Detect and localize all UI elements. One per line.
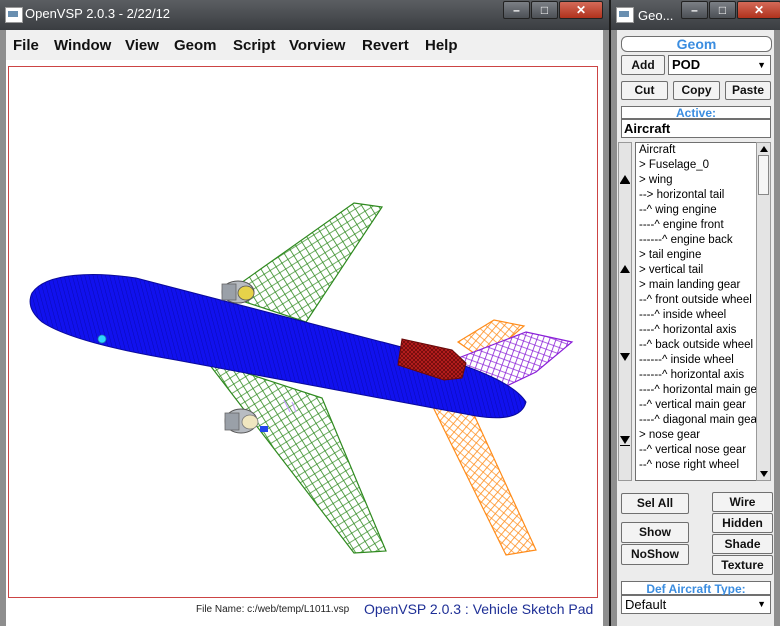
list-item[interactable]: > nose gear — [636, 428, 756, 443]
list-item[interactable]: --^ nose right wheel — [636, 458, 756, 473]
hidden-button[interactable]: Hidden — [712, 513, 773, 533]
aircraft-model[interactable] — [6, 60, 603, 605]
add-button[interactable]: Add — [621, 55, 665, 75]
file-name-readout: File Name: c:/web/temp/L1011.vsp — [196, 604, 349, 615]
geom-header: Geom — [621, 36, 772, 52]
copy-button[interactable]: Copy — [673, 81, 720, 100]
list-item[interactable]: ----^ inside wheel — [636, 308, 756, 323]
file-path: c:/web/temp/L1011.vsp — [247, 604, 350, 615]
geom-window: Geo... – □ ✕ Geom Add POD ▼ Cut Copy Pas… — [611, 0, 780, 626]
geom-type-select[interactable]: POD ▼ — [668, 55, 771, 75]
close-button[interactable]: ✕ — [559, 1, 603, 19]
def-aircraft-type-value: Default — [625, 597, 667, 612]
list-item[interactable]: --^ wing engine — [636, 203, 756, 218]
geom-app-icon — [616, 7, 634, 23]
wire-button[interactable]: Wire — [712, 492, 773, 512]
geom-list[interactable]: Aircraft > Fuselage_0 > wing --> horizon… — [635, 142, 757, 481]
menu-revert[interactable]: Revert — [362, 37, 409, 54]
menu-window[interactable]: Window — [54, 37, 111, 54]
list-item[interactable]: > Fuselage_0 — [636, 158, 756, 173]
active-label: Active: — [621, 106, 771, 120]
def-aircraft-type-label: Def Aircraft Type: — [621, 581, 771, 596]
list-item[interactable]: > wing — [636, 173, 756, 188]
list-item[interactable]: --^ vertical main gear — [636, 398, 756, 413]
geom-maximize-button[interactable]: □ — [709, 1, 736, 19]
menu-view[interactable]: View — [125, 37, 159, 54]
cut-button[interactable]: Cut — [621, 81, 668, 100]
list-item[interactable]: ----^ horizontal main gear — [636, 383, 756, 398]
geom-window-title: Geo... — [638, 8, 674, 23]
list-item[interactable]: ------^ engine back — [636, 233, 756, 248]
maximize-button[interactable]: □ — [531, 1, 558, 19]
scroll-top-bar-icon — [620, 183, 630, 184]
geom-title-bar: Geo... – □ ✕ — [611, 0, 780, 30]
paste-button[interactable]: Paste — [725, 81, 771, 100]
main-window: OpenVSP 2.0.3 - 2/22/12 – □ ✕ File Windo… — [0, 0, 609, 626]
chevron-down-icon: ▼ — [757, 599, 766, 609]
scroll-bottom-bar-icon — [620, 445, 630, 446]
chevron-down-icon: ▼ — [757, 60, 766, 70]
nose-gear — [97, 334, 107, 344]
list-item[interactable]: ----^ diagonal main gear — [636, 413, 756, 428]
status-bar: File Name: c:/web/temp/L1011.vsp OpenVSP… — [6, 600, 603, 626]
menu-geom[interactable]: Geom — [174, 37, 217, 54]
geom-type-value: POD — [672, 57, 701, 72]
list-item[interactable]: ----^ horizontal axis — [636, 323, 756, 338]
scroll-down-arrow-icon[interactable] — [759, 471, 768, 477]
list-item[interactable]: --^ back outside wheel — [636, 338, 756, 353]
list-item[interactable]: > main landing gear — [636, 278, 756, 293]
shade-button[interactable]: Shade — [712, 534, 773, 554]
file-name-label: File Name: — [196, 604, 245, 615]
menu-vorview[interactable]: Vorview — [289, 37, 345, 54]
right-scrollbar[interactable] — [756, 142, 771, 481]
menu-script[interactable]: Script — [233, 37, 276, 54]
scroll-up-arrow-icon[interactable] — [759, 146, 768, 152]
app-icon — [5, 7, 23, 23]
noshow-button[interactable]: NoShow — [621, 544, 689, 565]
active-geom-field[interactable]: Aircraft — [621, 119, 771, 138]
list-item[interactable]: ------^ horizontal axis — [636, 368, 756, 383]
list-item[interactable]: ------^ inside wheel — [636, 353, 756, 368]
upper-wing — [222, 202, 384, 323]
list-item[interactable]: --^ vertical nose gear — [636, 443, 756, 458]
scroll-bottom-icon[interactable] — [620, 436, 630, 444]
minimize-button[interactable]: – — [503, 1, 530, 19]
scroll-top-icon[interactable] — [620, 175, 630, 183]
geom-close-button[interactable]: ✕ — [737, 1, 780, 19]
list-item[interactable]: --> horizontal tail — [636, 188, 756, 203]
window-title: OpenVSP 2.0.3 - 2/22/12 — [25, 6, 171, 21]
texture-button[interactable]: Texture — [712, 555, 773, 575]
geom-minimize-button[interactable]: – — [681, 1, 708, 19]
list-item[interactable]: > vertical tail — [636, 263, 756, 278]
main-title-bar: OpenVSP 2.0.3 - 2/22/12 – □ ✕ — [0, 0, 609, 30]
3d-viewport[interactable] — [6, 60, 603, 605]
scroll-down-icon[interactable] — [620, 353, 630, 361]
menu-file[interactable]: File — [13, 37, 39, 54]
left-scrollbar[interactable] — [618, 142, 632, 481]
list-item[interactable]: --^ front outside wheel — [636, 293, 756, 308]
menu-bar: File Window View Geom Script Vorview Rev… — [6, 30, 603, 60]
def-aircraft-type-select[interactable]: Default ▼ — [621, 595, 771, 614]
select-all-button[interactable]: Sel All — [621, 493, 689, 514]
show-button[interactable]: Show — [621, 522, 689, 543]
list-item[interactable]: ----^ engine front — [636, 218, 756, 233]
brand-text: OpenVSP 2.0.3 : Vehicle Sketch Pad — [364, 601, 594, 617]
upper-wing-engine — [221, 280, 255, 304]
geom-panel: Geom Add POD ▼ Cut Copy Paste Active: Ai… — [617, 30, 774, 626]
list-item[interactable]: > tail engine — [636, 248, 756, 263]
menu-help[interactable]: Help — [425, 37, 458, 54]
scroll-thumb[interactable] — [758, 155, 769, 195]
scroll-up-icon[interactable] — [620, 265, 630, 273]
list-item[interactable]: Aircraft — [636, 143, 756, 158]
